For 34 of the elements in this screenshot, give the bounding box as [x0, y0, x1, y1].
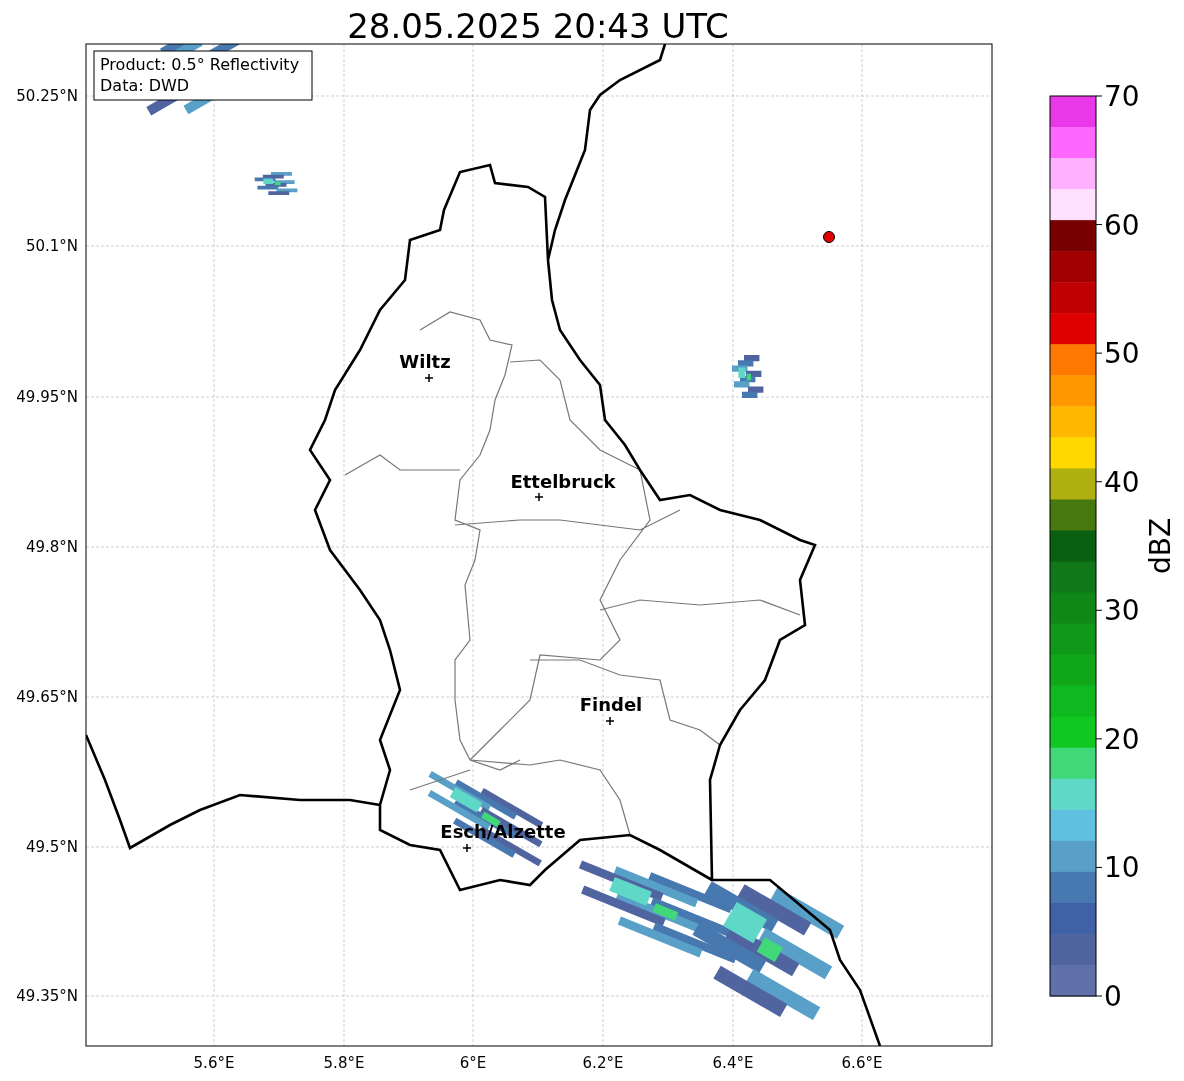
scale-tick-label: 30 [1104, 594, 1140, 628]
city-marker-icon [605, 716, 615, 726]
chart-title: 28.05.2025 20:43 UTC [347, 6, 729, 46]
info-text: Data: DWD [100, 76, 190, 95]
city-marker-icon [424, 373, 434, 383]
latitude-tick-label: 49.95°N [16, 388, 78, 406]
longitude-tick-label: 6.2°E [582, 1054, 624, 1072]
city-label: Findel [579, 694, 643, 715]
scale-tick-label: 0 [1104, 980, 1122, 1013]
scale-tick-label: 50 [1104, 337, 1140, 371]
city-marker-icon [462, 843, 472, 853]
longitude-tick-label: 5.8°E [323, 1054, 365, 1072]
scale-tick-label: 20 [1104, 722, 1140, 756]
latitude-tick-label: 49.65°N [16, 688, 78, 706]
info-text: Product: 0.5° Reflectivity [100, 55, 300, 74]
city-label: Wiltz [399, 351, 451, 372]
city-marker-icon [534, 492, 544, 502]
radar-echo-drawing [254, 172, 298, 195]
longitude-tick-label: 6.4°E [712, 1054, 754, 1072]
latitude-tick-label: 49.35°N [16, 987, 78, 1005]
latitude-tick-label: 49.5°N [25, 838, 78, 856]
scale-tick-label: 60 [1104, 208, 1140, 242]
longitude-tick-label: 6°E [459, 1054, 487, 1072]
city-label: Ettelbruck [510, 471, 616, 492]
scale-axis-label: dBZ [1144, 517, 1177, 575]
scale-tick-label: 10 [1104, 851, 1140, 885]
scale-tick-label: 70 [1104, 80, 1140, 113]
latitude-tick-label: 49.8°N [25, 538, 78, 556]
longitude-tick-label: 6.6°E [841, 1054, 883, 1072]
latitude-tick-label: 50.25°N [16, 87, 78, 105]
latitude-tick-label: 50.1°N [25, 237, 78, 255]
longitude-tick-label: 5.6°E [193, 1054, 235, 1072]
radar-echo-drawing [732, 355, 764, 398]
scale-tick-label: 40 [1104, 465, 1140, 499]
